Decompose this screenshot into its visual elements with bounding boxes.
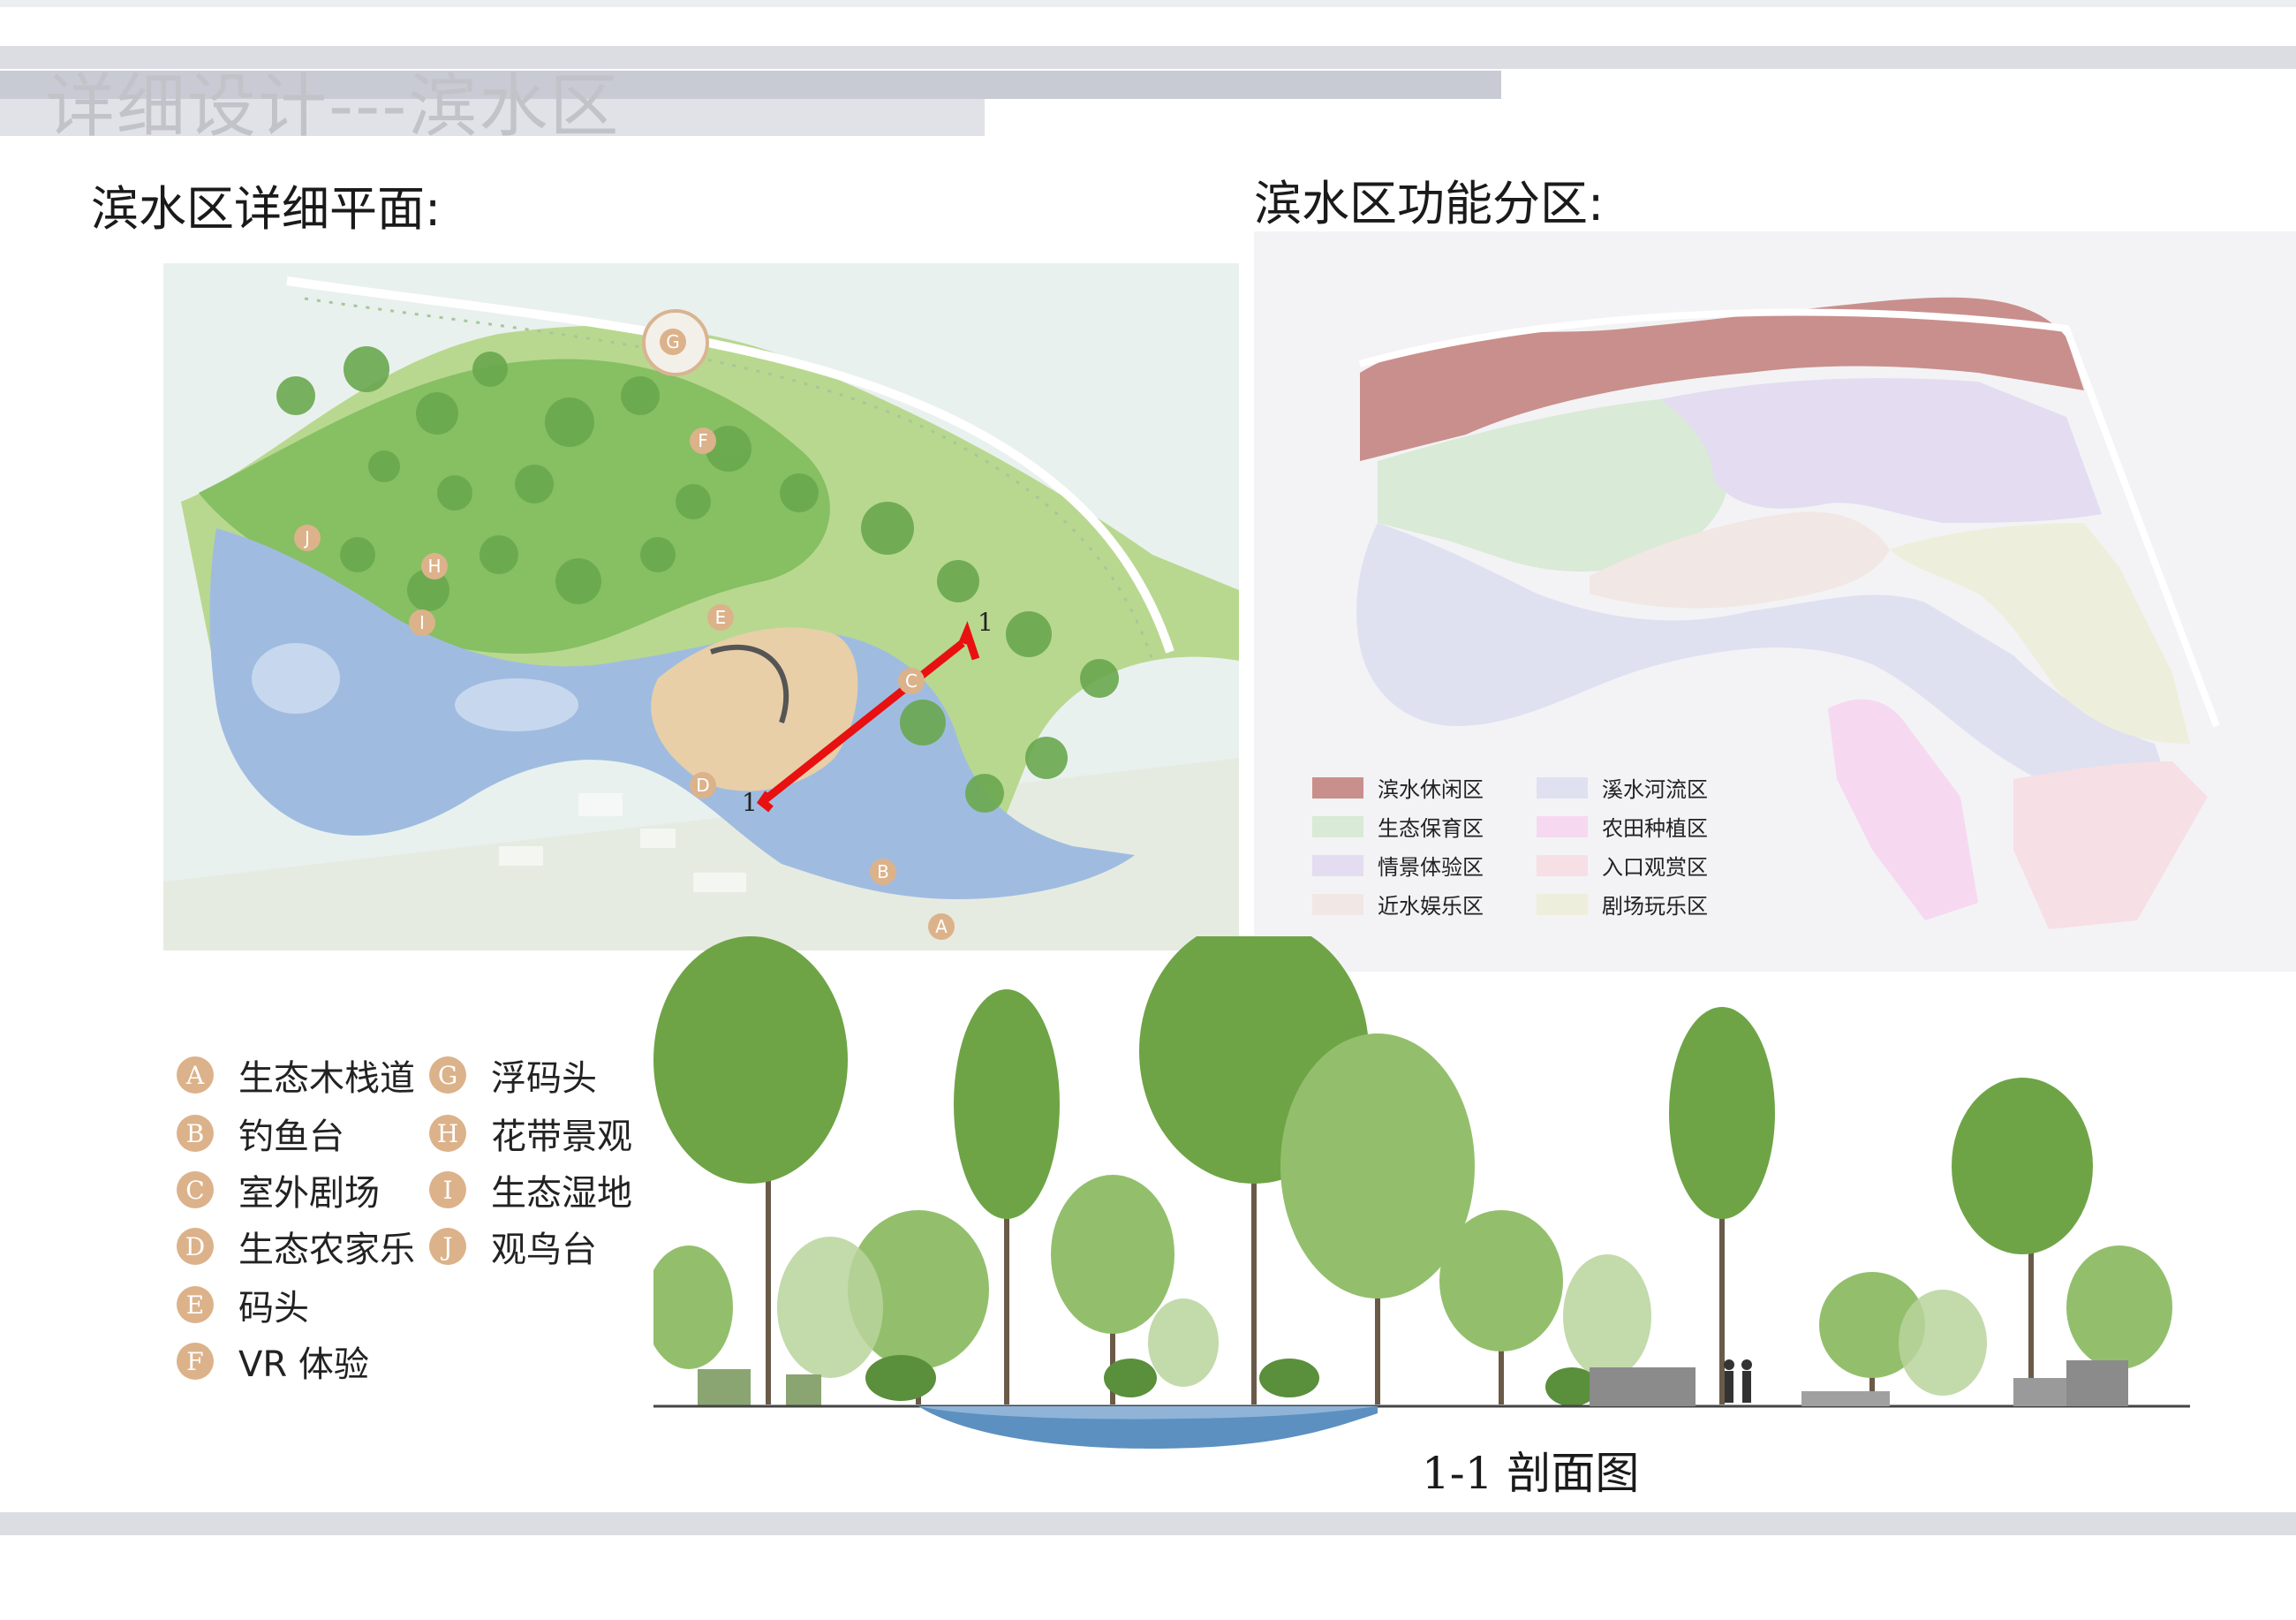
legend-label: VR 体验	[238, 1344, 369, 1385]
footer-band	[0, 1512, 2296, 1535]
plan-map-drawing	[163, 263, 1239, 950]
zone-legend-item: 入口观赏区	[1537, 850, 1708, 881]
people-figures	[1724, 1359, 1752, 1403]
zone-legend-item: 溪水河流区	[1537, 772, 1708, 803]
zone-legend-item: 滨水休闲区	[1312, 772, 1484, 803]
section-marker-left: 1	[742, 788, 758, 817]
legend-item-d: D 生态农家乐	[177, 1221, 415, 1272]
zone-swatch	[1537, 854, 1588, 876]
zone-swatch	[1312, 893, 1363, 915]
plan-marker-d: D	[690, 772, 716, 799]
zone-swatch	[1537, 776, 1588, 799]
zoning-heading: 滨水区功能分区:	[1254, 176, 1605, 231]
legend-badge: A	[177, 1056, 214, 1094]
section-elevation	[653, 936, 2190, 1475]
zone-label: 剧场玩乐区	[1602, 894, 1708, 919]
legend-label: 花带景观	[491, 1117, 632, 1157]
legend-label: 码头	[238, 1288, 309, 1329]
legend-badge: G	[429, 1056, 466, 1094]
plan-marker-c: C	[898, 668, 925, 694]
legend-label: 生态农家乐	[238, 1230, 415, 1270]
zoning-map: 滨水休闲区 生态保育区 情景体验区 近水娱乐区 溪水河流区 农田种植区 入口观赏…	[1254, 231, 2296, 972]
legend-item-j: J 观鸟台	[429, 1221, 597, 1272]
zone-legend-item: 农田种植区	[1537, 811, 1708, 842]
detailed-plan-map: 1 1 A B C D E F G H I J	[163, 263, 1239, 950]
legend-label: 浮码头	[491, 1058, 597, 1099]
zone-swatch	[1312, 815, 1363, 837]
plan-heading: 滨水区详细平面:	[91, 181, 442, 237]
legend-badge: D	[177, 1228, 214, 1265]
legend-item-i: I 生态湿地	[429, 1164, 632, 1215]
legend-badge: J	[429, 1228, 466, 1265]
top-thin-band	[0, 0, 2296, 7]
plan-marker-b: B	[870, 859, 896, 885]
plan-marker-f: F	[690, 428, 716, 454]
legend-label: 观鸟台	[491, 1230, 597, 1270]
plan-marker-g: G	[660, 329, 686, 355]
legend-label: 室外剧场	[238, 1173, 380, 1214]
legend-label: 生态木栈道	[238, 1058, 415, 1099]
zone-label: 生态保育区	[1378, 816, 1484, 841]
zone-swatch	[1312, 776, 1363, 799]
zone-label: 溪水河流区	[1602, 777, 1708, 802]
zone-legend-item: 剧场玩乐区	[1537, 889, 1708, 920]
zone-label: 滨水休闲区	[1378, 777, 1484, 802]
legend-badge: F	[177, 1343, 214, 1380]
legend-badge: H	[429, 1115, 466, 1152]
zone-legend-item: 情景体验区	[1312, 850, 1484, 881]
zone-label: 入口观赏区	[1602, 855, 1708, 880]
legend-label: 生态湿地	[491, 1173, 632, 1214]
plan-marker-j: J	[294, 525, 321, 551]
page-title: 详细设计---滨水区	[46, 67, 621, 147]
legend-badge: C	[177, 1171, 214, 1208]
legend-badge: B	[177, 1115, 214, 1152]
plan-marker-e: E	[707, 604, 734, 631]
zone-label: 农田种植区	[1602, 816, 1708, 841]
legend-item-h: H 花带景观	[429, 1108, 632, 1159]
zone-label: 近水娱乐区	[1378, 894, 1484, 919]
legend-item-b: B 钓鱼台	[177, 1108, 344, 1159]
section-drawing	[653, 936, 2190, 1449]
legend-badge: E	[177, 1286, 214, 1323]
zone-legend-item: 生态保育区	[1312, 811, 1484, 842]
zone-swatch	[1537, 893, 1588, 915]
legend-item-f: F VR 体验	[177, 1336, 369, 1387]
legend-label: 钓鱼台	[238, 1117, 344, 1157]
zone-swatch	[1312, 854, 1363, 876]
legend-item-e: E 码头	[177, 1279, 309, 1330]
section-label: 1-1 剖面图	[1422, 1448, 1640, 1499]
plan-marker-h: H	[421, 553, 448, 579]
section-marker-right: 1	[978, 608, 993, 637]
zone-swatch	[1537, 815, 1588, 837]
plan-marker-i: I	[409, 609, 435, 636]
legend-badge: I	[429, 1171, 466, 1208]
legend-item-a: A 生态木栈道	[177, 1049, 415, 1101]
zone-legend-item: 近水娱乐区	[1312, 889, 1484, 920]
legend-item-g: G 浮码头	[429, 1049, 597, 1101]
zone-label: 情景体验区	[1378, 855, 1484, 880]
legend-item-c: C 室外剧场	[177, 1164, 380, 1215]
